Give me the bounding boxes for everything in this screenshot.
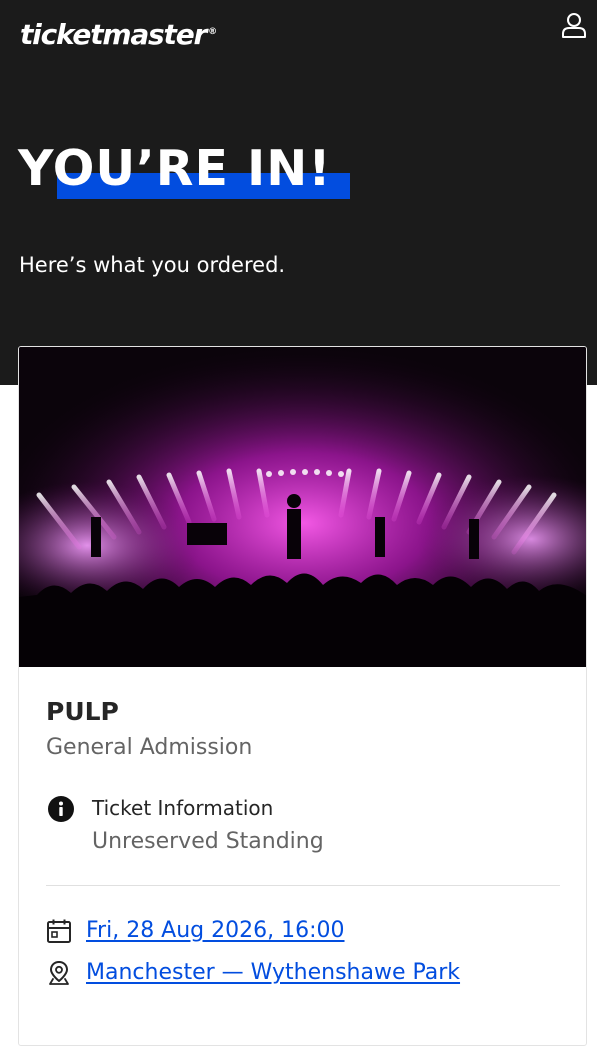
calendar-icon — [47, 919, 71, 943]
ticket-info-value: Unreserved Standing — [92, 829, 324, 854]
ticket-type: General Admission — [46, 735, 253, 760]
ticketmaster-logo[interactable]: ticketmaster ® — [20, 12, 217, 55]
logo-text: ticketmaster — [20, 18, 207, 51]
hero-title: YOU’RE IN! — [18, 140, 332, 197]
order-card: PULP General Admission Ticket Informatio… — [18, 346, 587, 1046]
event-date-row: Fri, 28 Aug 2026, 16:00 — [46, 915, 345, 947]
info-icon — [48, 796, 74, 822]
user-icon — [562, 13, 586, 38]
account-button[interactable] — [558, 9, 590, 41]
event-venue-link[interactable]: Manchester — Wythenshawe Park — [86, 958, 460, 988]
location-pin-icon — [49, 961, 69, 985]
hero-title-block: YOU’RE IN! — [18, 140, 358, 202]
divider — [46, 885, 560, 886]
ticket-info-label: Ticket Information — [92, 796, 274, 820]
registered-mark: ® — [208, 27, 218, 37]
event-image — [19, 347, 586, 667]
event-name: PULP — [46, 697, 119, 726]
event-venue-row: Manchester — Wythenshawe Park — [46, 957, 460, 989]
page-header: ticketmaster ® YOU’RE IN! Here’s what you… — [0, 0, 597, 385]
event-date-link[interactable]: Fri, 28 Aug 2026, 16:00 — [86, 916, 345, 946]
hero-subtitle: Here’s what you ordered. — [19, 253, 286, 277]
